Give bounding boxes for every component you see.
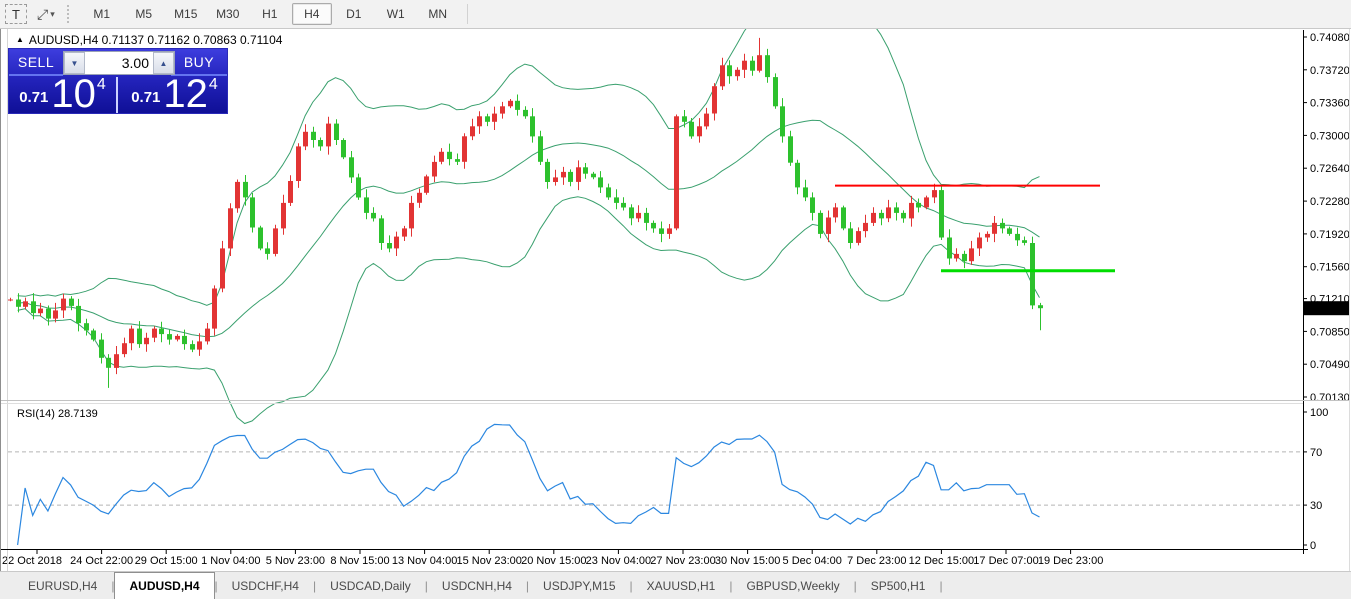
svg-text:5 Dec 04:00: 5 Dec 04:00 bbox=[783, 555, 842, 567]
svg-text:1 Nov 04:00: 1 Nov 04:00 bbox=[201, 555, 260, 567]
svg-text:0.73000: 0.73000 bbox=[1310, 130, 1350, 142]
svg-text:22 Oct 2018: 22 Oct 2018 bbox=[2, 555, 62, 567]
buy-price-pip: 4 bbox=[209, 77, 218, 93]
rsi-pane: 100 70 30 0 bbox=[8, 407, 1328, 552]
svg-text:0.72640: 0.72640 bbox=[1310, 163, 1350, 175]
svg-text:70: 70 bbox=[1310, 447, 1322, 459]
volume-decrease-button[interactable]: ▼ bbox=[64, 52, 85, 74]
tab-usdcad-daily[interactable]: USDCAD,Daily bbox=[316, 572, 425, 599]
svg-text:7 Dec 23:00: 7 Dec 23:00 bbox=[847, 555, 906, 567]
sell-price-big: 10 bbox=[51, 77, 96, 111]
price-axis: 0.74080 0.73720 0.73360 0.73000 0.72640 0.722… bbox=[1303, 32, 1350, 404]
svg-text:0: 0 bbox=[1310, 540, 1316, 552]
tab-sp500-h1[interactable]: SP500,H1 bbox=[857, 572, 940, 599]
tab-eurusd-h4[interactable]: EURUSD,H4 bbox=[14, 572, 111, 599]
tab-audusd-h4[interactable]: AUDUSD,H4 bbox=[114, 572, 214, 599]
sell-price-prefix: 0.71 bbox=[19, 89, 48, 106]
tab-usdjpy-m15[interactable]: USDJPY,M15 bbox=[529, 572, 629, 599]
buy-price-prefix: 0.71 bbox=[131, 89, 160, 106]
chevron-down-icon[interactable]: ▾ bbox=[50, 9, 55, 20]
svg-text:5 Nov 23:00: 5 Nov 23:00 bbox=[266, 555, 325, 567]
toolbar-separator bbox=[467, 4, 468, 24]
timeframe-h1[interactable]: H1 bbox=[250, 3, 290, 25]
svg-text:0.70130: 0.70130 bbox=[1310, 392, 1350, 404]
timeframe-h4[interactable]: H4 bbox=[292, 3, 332, 25]
timeframe-m15[interactable]: M15 bbox=[166, 3, 206, 25]
svg-text:30: 30 bbox=[1310, 500, 1322, 512]
collapse-panel-icon[interactable]: ▲ bbox=[16, 35, 24, 44]
tab-separator: | bbox=[939, 572, 942, 599]
volume-input[interactable] bbox=[85, 52, 153, 74]
timeframe-w1[interactable]: W1 bbox=[376, 3, 416, 25]
svg-text:0.73720: 0.73720 bbox=[1310, 65, 1350, 77]
svg-text:0.71104: 0.71104 bbox=[1307, 303, 1346, 315]
chart-tabs-bar: EURUSD,H4|AUDUSD,H4|USDCHF,H4|USDCAD,Dai… bbox=[0, 571, 1351, 599]
sell-price-pip: 4 bbox=[97, 77, 106, 93]
toolbar-grip bbox=[67, 5, 73, 23]
svg-text:0.71210: 0.71210 bbox=[1310, 294, 1350, 306]
tab-usdcnh-h4[interactable]: USDCNH,H4 bbox=[428, 572, 526, 599]
toolbar: T ⤢ ▾ M1M5M15M30H1H4D1W1MN bbox=[0, 0, 1351, 29]
svg-text:23 Nov 04:00: 23 Nov 04:00 bbox=[586, 555, 651, 567]
svg-text:0.70850: 0.70850 bbox=[1310, 326, 1350, 338]
cursor-tool-icon[interactable]: ⤢ bbox=[37, 7, 48, 21]
svg-text:19 Dec 23:00: 19 Dec 23:00 bbox=[1038, 555, 1103, 567]
buy-price-button[interactable]: 0.71 12 4 bbox=[120, 77, 229, 113]
one-click-trade-panel: SELL ▼ ▲ BUY 0.71 10 4 0.71 12 4 bbox=[8, 48, 228, 114]
timeframe-m5[interactable]: M5 bbox=[124, 3, 164, 25]
current-price-badge: 0.71104 bbox=[1303, 301, 1350, 315]
timeframe-mn[interactable]: MN bbox=[418, 3, 458, 25]
svg-text:0.74080: 0.74080 bbox=[1310, 32, 1350, 44]
timeframe-m1[interactable]: M1 bbox=[82, 3, 122, 25]
tab-gbpusd-weekly[interactable]: GBPUSD,Weekly bbox=[732, 572, 853, 599]
svg-text:8 Nov 15:00: 8 Nov 15:00 bbox=[330, 555, 389, 567]
svg-text:30 Nov 15:00: 30 Nov 15:00 bbox=[715, 555, 780, 567]
timeframe-m30[interactable]: M30 bbox=[208, 3, 248, 25]
symbol-ohlc-text: AUDUSD,H4 0.71137 0.71162 0.70863 0.7110… bbox=[29, 33, 283, 47]
svg-text:29 Oct 15:00: 29 Oct 15:00 bbox=[135, 555, 198, 567]
svg-text:0.73360: 0.73360 bbox=[1310, 98, 1350, 110]
svg-text:20 Nov 15:00: 20 Nov 15:00 bbox=[521, 555, 586, 567]
volume-increase-button[interactable]: ▲ bbox=[153, 52, 174, 74]
svg-text:0.71560: 0.71560 bbox=[1310, 262, 1350, 274]
svg-text:0.72280: 0.72280 bbox=[1310, 196, 1350, 208]
text-tool-icon[interactable]: T bbox=[5, 4, 27, 24]
svg-text:0.70490: 0.70490 bbox=[1310, 359, 1350, 371]
timeframe-d1[interactable]: D1 bbox=[334, 3, 374, 25]
svg-text:17 Dec 07:00: 17 Dec 07:00 bbox=[973, 555, 1038, 567]
date-axis: 22 Oct 2018 24 Oct 22:0029 Oct 15:001 Nov… bbox=[2, 550, 1103, 568]
tabbar-spacer bbox=[0, 572, 14, 599]
svg-text:13 Nov 04:00: 13 Nov 04:00 bbox=[392, 555, 457, 567]
sell-price-button[interactable]: 0.71 10 4 bbox=[9, 77, 118, 113]
rsi-label: RSI(14) 28.7139 bbox=[17, 408, 98, 420]
svg-text:0.71920: 0.71920 bbox=[1310, 229, 1350, 241]
horizontal-trend-lines bbox=[835, 186, 1115, 271]
chart-title: ▲ AUDUSD,H4 0.71137 0.71162 0.70863 0.711… bbox=[16, 33, 282, 47]
svg-text:15 Nov 23:00: 15 Nov 23:00 bbox=[456, 555, 521, 567]
tab-usdchf-h4[interactable]: USDCHF,H4 bbox=[218, 572, 313, 599]
svg-text:24 Oct 22:00: 24 Oct 22:00 bbox=[70, 555, 133, 567]
timeframe-buttons: M1M5M15M30H1H4D1W1MN bbox=[81, 3, 459, 25]
buy-price-big: 12 bbox=[163, 77, 208, 111]
tab-xauusd-h1[interactable]: XAUUSD,H1 bbox=[633, 572, 730, 599]
svg-text:100: 100 bbox=[1310, 407, 1328, 419]
volume-spinner: ▼ ▲ bbox=[63, 51, 175, 75]
svg-text:27 Nov 23:00: 27 Nov 23:00 bbox=[650, 555, 715, 567]
svg-text:12 Dec 15:00: 12 Dec 15:00 bbox=[909, 555, 974, 567]
